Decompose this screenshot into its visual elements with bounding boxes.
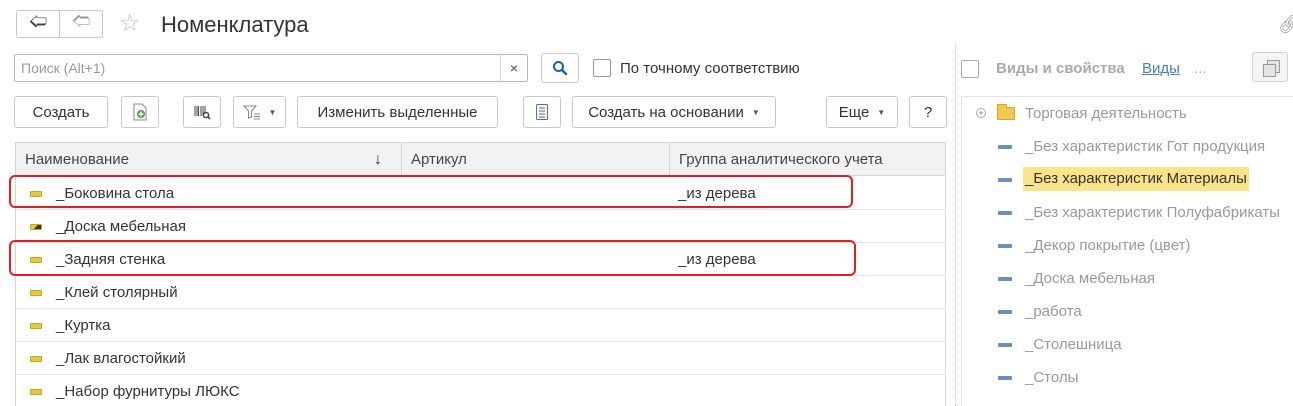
item-type-icon <box>998 244 1012 248</box>
item-icon <box>30 191 42 197</box>
column-header-article[interactable]: Артикул <box>402 143 670 176</box>
cell-name: _Боковина стола <box>56 185 175 202</box>
search-field[interactable]: × <box>14 54 528 82</box>
tree-item-label: _Доска мебельная <box>1025 270 1155 287</box>
column-header-name[interactable]: Наименование <box>16 143 402 176</box>
item-type-icon <box>998 277 1012 281</box>
more-button[interactable]: Еще ▼ <box>826 96 898 128</box>
item-set-icon <box>30 224 42 230</box>
folder-icon <box>997 104 1015 120</box>
help-button[interactable]: ? <box>909 96 947 128</box>
link-icon[interactable]: 🔗︎ <box>1278 14 1293 35</box>
properties-panel-title: Виды и свойства <box>996 60 1125 77</box>
back-button[interactable]: 🢠 <box>16 10 60 38</box>
item-icon <box>30 356 42 362</box>
table-row[interactable]: _Задняя стенка _из дерева <box>16 243 945 276</box>
table-row[interactable]: _Набор фурнитуры ЛЮКС <box>16 375 945 406</box>
barcode-icon <box>194 106 211 120</box>
forward-button[interactable]: 🢢 <box>59 10 103 38</box>
barcode-search-button[interactable] <box>183 96 221 128</box>
create-based-on-button[interactable]: Создать на основании ▼ <box>572 96 776 128</box>
item-type-icon <box>998 343 1012 347</box>
table-row[interactable]: _Клей столярный <box>16 276 945 309</box>
cell-name: _Лак влагостойкий <box>56 350 186 367</box>
exact-match-label: По точному соответствию <box>620 60 800 77</box>
star-icon[interactable]: ☆ <box>119 10 141 38</box>
cell-analytics-group: _из дерева <box>678 185 756 202</box>
tree-item-folder[interactable]: + Торговая деятельность <box>962 97 1293 130</box>
table-row[interactable]: _Доска мебельная <box>16 210 945 243</box>
item-icon <box>30 389 42 395</box>
cell-name: _Клей столярный <box>56 284 178 301</box>
tree-item[interactable]: _Без характеристик Полуфабрикаты <box>962 196 1293 229</box>
types-link[interactable]: Виды <box>1142 60 1180 77</box>
nomenclature-table[interactable]: Наименование ↓ Артикул Группа аналитичес… <box>15 142 946 406</box>
item-type-icon <box>998 145 1012 149</box>
create-copy-button[interactable] <box>121 96 159 128</box>
column-header-analytics-group[interactable]: Группа аналитического учета <box>670 143 945 176</box>
filter-icon <box>242 105 260 120</box>
item-icon <box>30 257 42 263</box>
table-row[interactable]: _Боковина стола _из дерева <box>16 177 945 210</box>
more-ellipsis: ... <box>1194 60 1207 77</box>
filter-dropdown-button[interactable]: ▼ <box>233 96 286 128</box>
page-title: Номенклатура <box>161 12 309 37</box>
tree-item[interactable]: _Столешница <box>962 328 1293 361</box>
tree-item-label: _Без характеристик Материалы <box>1023 167 1249 191</box>
panel-divider[interactable] <box>955 45 956 406</box>
table-row[interactable]: _Куртка <box>16 309 945 342</box>
sort-descending-icon: ↓ <box>374 151 382 168</box>
table-row[interactable]: _Лак влагостойкий <box>16 342 945 375</box>
search-button[interactable] <box>541 53 579 83</box>
item-type-icon <box>998 211 1012 215</box>
tree-item-label: _Без характеристик Гот продукция <box>1025 138 1266 155</box>
item-icon <box>30 323 42 329</box>
tree-item-label: Торговая деятельность <box>1025 105 1187 122</box>
item-type-icon <box>998 178 1012 182</box>
exact-match-checkbox[interactable] <box>593 59 611 77</box>
tree-item-label: _Столешница <box>1025 336 1122 353</box>
create-button[interactable]: Создать <box>14 96 108 128</box>
arrow-left-icon: 🢠 <box>28 11 48 31</box>
tree-item[interactable]: _Столы <box>962 361 1293 394</box>
search-input[interactable] <box>15 55 501 81</box>
add-document-icon <box>133 103 147 121</box>
properties-tree[interactable]: + Торговая деятельность _Без характерист… <box>961 96 1293 406</box>
tree-item-label: _Без характеристик Полуфабрикаты <box>1025 204 1281 221</box>
item-icon <box>30 290 42 296</box>
search-icon <box>553 61 568 76</box>
chevron-down-icon: ▼ <box>877 107 886 117</box>
cell-name: _Куртка <box>56 317 111 334</box>
item-type-icon <box>998 310 1012 314</box>
tree-item-selected[interactable]: _Без характеристик Материалы <box>962 163 1293 196</box>
cell-name: _Задняя стенка <box>56 251 166 268</box>
tree-item[interactable]: _Доска мебельная <box>962 262 1293 295</box>
expand-icon[interactable]: + <box>976 108 986 118</box>
chevron-down-icon: ▼ <box>268 107 277 117</box>
cell-analytics-group: _из дерева <box>678 251 756 268</box>
clear-search-button[interactable]: × <box>500 55 527 81</box>
more-label: Еще <box>838 103 870 121</box>
properties-checkbox[interactable] <box>961 60 979 78</box>
tree-item[interactable]: _работа <box>962 295 1293 328</box>
tree-item-label: _Столы <box>1025 369 1079 386</box>
item-type-icon <box>998 376 1012 380</box>
tree-item[interactable]: _Без характеристик Гот продукция <box>962 130 1293 163</box>
tree-item-label: _Декор покрытие (цвет) <box>1025 237 1191 254</box>
cell-name: _Доска мебельная <box>56 218 186 235</box>
cell-name: _Набор фурнитуры ЛЮКС <box>56 383 240 400</box>
list-report-icon <box>536 104 548 120</box>
edit-selected-button[interactable]: Изменить выделенные <box>297 96 498 128</box>
copy-button[interactable] <box>1252 52 1288 82</box>
create-based-on-label: Создать на основании <box>588 103 744 121</box>
arrow-right-icon: 🢢 <box>71 11 91 31</box>
chevron-down-icon: ▼ <box>751 107 760 117</box>
tree-item-label: _работа <box>1025 303 1082 320</box>
report-button[interactable] <box>523 96 561 128</box>
tree-item[interactable]: _Декор покрытие (цвет) <box>962 229 1293 262</box>
table-header: Наименование ↓ Артикул Группа аналитичес… <box>16 143 945 176</box>
